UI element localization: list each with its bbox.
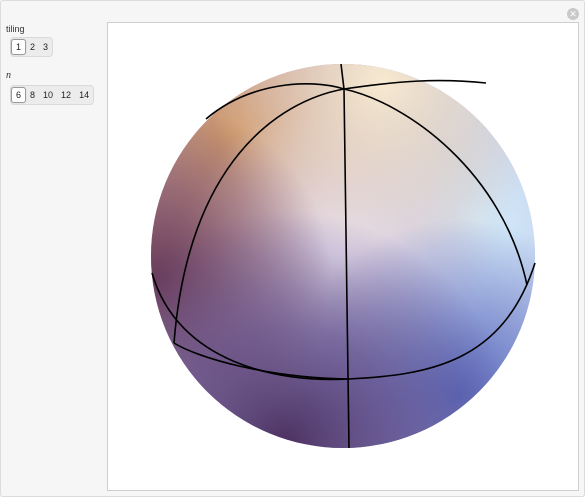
close-icon[interactable]: ✕ — [567, 8, 579, 20]
tiling-option-3[interactable]: 3 — [39, 39, 52, 55]
tiling-option-2[interactable]: 2 — [26, 39, 39, 55]
n-option-6[interactable]: 6 — [11, 87, 27, 103]
n-label: n — [6, 70, 11, 81]
tiling-label: tiling — [6, 24, 25, 34]
sphere-plot[interactable] — [108, 23, 578, 490]
n-option-12[interactable]: 12 — [57, 87, 75, 103]
n-option-14[interactable]: 14 — [75, 87, 93, 103]
sphere-surface — [151, 64, 535, 448]
plot-panel[interactable] — [107, 22, 579, 491]
tiling-option-1[interactable]: 1 — [11, 39, 27, 55]
tiling-setter-bar: 123 — [10, 37, 54, 57]
n-setter-bar: 6 8 10 12 14 — [10, 85, 95, 105]
n-option-10[interactable]: 10 — [39, 87, 57, 103]
n-option-8[interactable]: 8 — [26, 87, 39, 103]
